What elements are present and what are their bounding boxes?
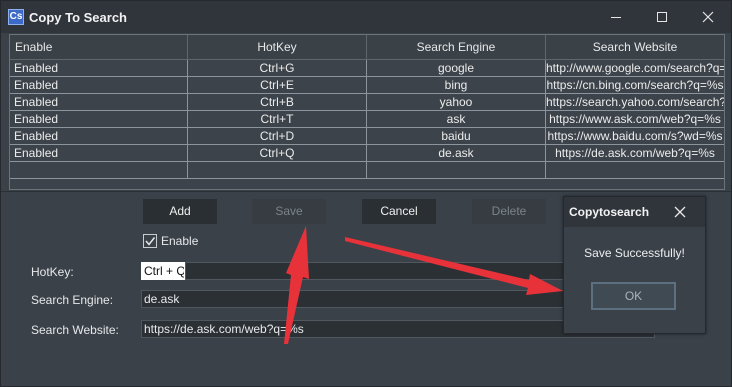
table-row[interactable]: Enabled Ctrl+Q de.ask https://de.ask.com… (10, 145, 724, 162)
cell-hotkey: Ctrl+Q (188, 145, 367, 161)
enable-checkbox-label[interactable]: Enable (161, 234, 198, 248)
table-row[interactable]: Enabled Ctrl+B yahoo https://search.yaho… (10, 94, 724, 111)
close-icon (674, 206, 686, 218)
cell-website: https://www.ask.com/web?q=%s (549, 112, 721, 126)
cell-engine: baidu (367, 128, 546, 144)
table-row-empty[interactable] (10, 162, 724, 179)
save-success-dialog: Copytosearch Save Successfully! OK (563, 196, 706, 334)
dialog-title: Copytosearch (569, 205, 650, 219)
minimize-icon (611, 17, 621, 18)
dialog-close-button[interactable] (672, 204, 688, 220)
header-search-website[interactable]: Search Website (546, 35, 724, 59)
cell-website: https://www.baidu.com/s?wd=%s (547, 129, 723, 143)
dialog-ok-button[interactable]: OK (591, 282, 676, 310)
cell-website: http://www.google.com/search?q=%s (546, 61, 724, 75)
close-icon (702, 11, 714, 23)
checkmark-icon (145, 237, 155, 246)
cell-website: https://de.ask.com/web?q=%s (555, 146, 715, 160)
cell-enable: Enabled (10, 60, 188, 76)
cell-enable: Enabled (10, 94, 188, 110)
table-row[interactable]: Enabled Ctrl+T ask https://www.ask.com/w… (10, 111, 724, 128)
cell-engine: ask (367, 111, 546, 127)
dialog-message: Save Successfully! (584, 246, 685, 260)
main-window: Cs Copy To Search Enable HotKey Search E… (0, 0, 732, 387)
minimize-button[interactable] (593, 1, 639, 33)
cell-engine: bing (367, 77, 546, 93)
add-button[interactable]: Add (143, 199, 217, 224)
table-row[interactable]: Enabled Ctrl+G google http://www.google.… (10, 60, 724, 77)
save-button[interactable]: Save (252, 199, 326, 224)
cell-enable: Enabled (10, 77, 188, 93)
cell-engine: google (367, 60, 546, 76)
cell-hotkey: Ctrl+G (188, 60, 367, 76)
divider (1, 191, 731, 192)
cell-enable: Enabled (10, 111, 188, 127)
cell-enable: Enabled (10, 145, 188, 161)
window-title: Copy To Search (29, 10, 128, 25)
title-bar[interactable]: Cs Copy To Search (1, 1, 731, 33)
header-enable[interactable]: Enable (10, 35, 188, 59)
cell-hotkey: Ctrl+D (188, 128, 367, 144)
table-header: Enable HotKey Search Engine Search Websi… (10, 35, 724, 60)
cell-website: https://cn.bing.com/search?q=%s (546, 78, 724, 92)
cell-enable: Enabled (10, 128, 188, 144)
enable-checkbox[interactable] (143, 234, 157, 248)
dialog-title-bar[interactable]: Copytosearch (564, 197, 705, 227)
hotkey-label: HotKey: (31, 265, 74, 279)
search-engine-label: Search Engine: (31, 293, 114, 307)
cell-hotkey: Ctrl+B (188, 94, 367, 110)
maximize-button[interactable] (639, 1, 685, 33)
cell-engine: yahoo (367, 94, 546, 110)
cell-hotkey: Ctrl+T (188, 111, 367, 127)
cell-website: https://search.yahoo.com/search?p=%s (546, 95, 724, 109)
close-button[interactable] (685, 1, 731, 33)
search-website-label: Search Website: (31, 323, 119, 337)
maximize-icon (657, 12, 667, 22)
search-engine-table[interactable]: Enable HotKey Search Engine Search Websi… (9, 34, 725, 190)
hotkey-input[interactable] (141, 262, 185, 280)
cancel-button[interactable]: Cancel (362, 199, 436, 224)
table-row[interactable]: Enabled Ctrl+D baidu https://www.baidu.c… (10, 128, 724, 145)
app-icon: Cs (8, 9, 24, 25)
header-search-engine[interactable]: Search Engine (367, 35, 546, 59)
table-row[interactable]: Enabled Ctrl+E bing https://cn.bing.com/… (10, 77, 724, 94)
delete-button[interactable]: Delete (472, 199, 546, 224)
cell-engine: de.ask (367, 145, 546, 161)
cell-hotkey: Ctrl+E (188, 77, 367, 93)
header-hotkey[interactable]: HotKey (188, 35, 367, 59)
